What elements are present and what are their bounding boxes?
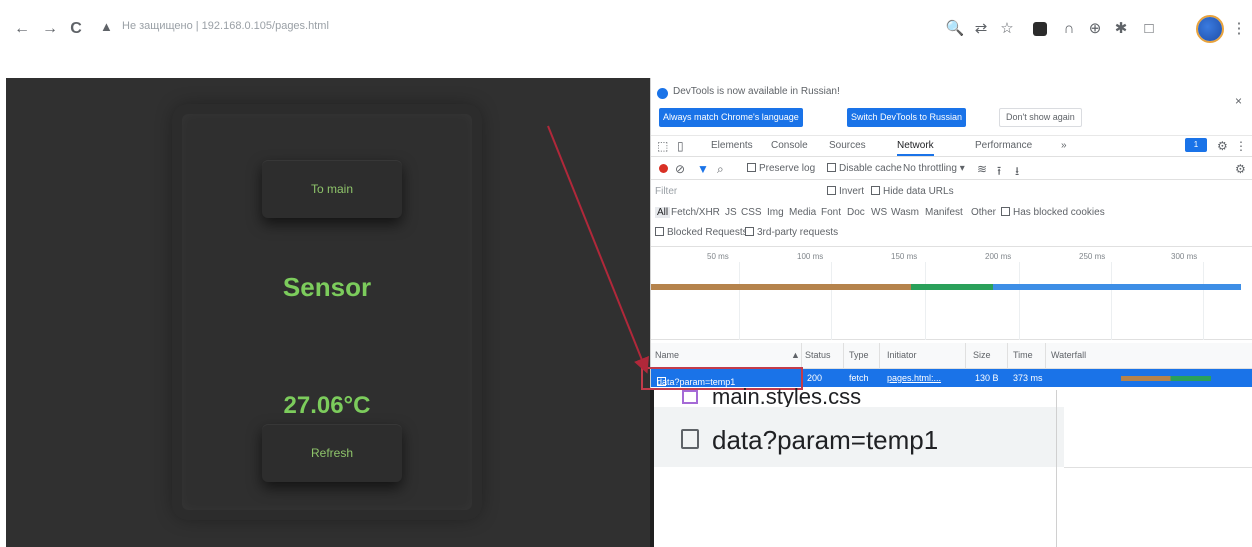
- column-initiator[interactable]: Initiator: [887, 350, 917, 360]
- has-blocked-cookies-checkbox[interactable]: Has blocked cookies: [1001, 207, 1105, 218]
- request-waterfall-bar: [1121, 376, 1211, 381]
- extension-globe-icon[interactable]: ⊕: [1084, 18, 1106, 40]
- not-secure-warning-icon[interactable]: ▲: [100, 19, 113, 34]
- devtools-more-icon[interactable]: ⋮: [1235, 139, 1247, 153]
- side-panel-icon[interactable]: □: [1138, 18, 1160, 40]
- invert-checkbox[interactable]: Invert: [827, 186, 864, 197]
- filter-img[interactable]: Img: [767, 207, 784, 218]
- network-filter-bar: Filter Invert Hide data URLs All Fetch/X…: [651, 181, 1252, 247]
- filter-css[interactable]: CSS: [741, 207, 762, 218]
- devtools-language-notice: DevTools is now available in Russian!: [673, 86, 840, 97]
- filter-other[interactable]: Other: [971, 207, 996, 218]
- timeline-load-bar: [993, 284, 1241, 290]
- sensor-title: Sensor: [282, 272, 372, 302]
- timeline-tick: 200 ms: [985, 252, 1012, 261]
- devtools-panel: DevTools is now available in Russian! × …: [641, 78, 1252, 390]
- network-settings-icon[interactable]: ⚙: [1235, 162, 1246, 176]
- close-notice-icon[interactable]: ×: [1235, 94, 1242, 108]
- zoomed-inset: main.styles.css data?param=temp1: [650, 384, 1252, 547]
- timeline-tick: 100 ms: [797, 252, 824, 261]
- filter-manifest[interactable]: Manifest: [925, 207, 963, 218]
- disable-cache-checkbox[interactable]: Disable cache: [827, 163, 902, 174]
- file-icon: [681, 429, 699, 449]
- filter-fetch-xhr[interactable]: Fetch/XHR: [671, 207, 720, 218]
- bookmark-star-icon[interactable]: ☆: [996, 18, 1018, 40]
- settings-gear-icon[interactable]: ⚙: [1217, 139, 1228, 153]
- search-icon[interactable]: ⌕: [717, 162, 724, 177]
- network-overview-timeline[interactable]: 50 ms 100 ms 150 ms 200 ms 250 ms 300 ms: [651, 248, 1252, 340]
- tab-console[interactable]: Console: [771, 140, 808, 151]
- tab-network[interactable]: Network: [897, 140, 934, 156]
- sensor-value: 27.06°C: [283, 392, 371, 419]
- annotation-arrow: [547, 125, 649, 374]
- tab-sources[interactable]: Sources: [829, 140, 866, 151]
- devtools-tabs: ⬚ ▯ Elements Console Sources Network Per…: [651, 135, 1252, 157]
- zoom-request-row: data?param=temp1: [654, 407, 1064, 467]
- match-language-button[interactable]: Always match Chrome's language: [659, 108, 803, 127]
- request-size: 130 B: [975, 373, 999, 383]
- import-har-icon[interactable]: ⭱: [997, 162, 1001, 183]
- dont-show-again-button[interactable]: Don't show again: [999, 108, 1082, 127]
- browser-toolbar: ← → C ▲ Не защищено | 192.168.0.105/page…: [0, 0, 1252, 60]
- filter-input[interactable]: Filter: [655, 186, 815, 197]
- throttling-select[interactable]: No throttling ▾: [903, 163, 965, 174]
- share-icon[interactable]: ⇄: [970, 18, 992, 40]
- timeline-tick: 250 ms: [1079, 252, 1106, 261]
- issues-badge[interactable]: 1: [1185, 138, 1207, 152]
- tab-performance[interactable]: Performance: [975, 140, 1032, 151]
- filter-js[interactable]: JS: [725, 207, 737, 218]
- filter-media[interactable]: Media: [789, 207, 816, 218]
- filter-ws[interactable]: WS: [871, 207, 887, 218]
- screenshot-root: ← → C ▲ Не защищено | 192.168.0.105/page…: [0, 0, 1252, 547]
- timeline-download-bar: [911, 284, 993, 290]
- to-main-button[interactable]: To main: [262, 160, 402, 218]
- column-type[interactable]: Type: [849, 350, 869, 360]
- hide-data-urls-checkbox[interactable]: Hide data URLs: [871, 186, 954, 197]
- extension-dark-icon[interactable]: [1033, 22, 1047, 36]
- filter-wasm[interactable]: Wasm: [891, 207, 919, 218]
- tab-more[interactable]: »: [1061, 140, 1067, 151]
- clear-icon[interactable]: ⊘: [675, 162, 685, 176]
- request-initiator-link[interactable]: pages.html:...: [887, 373, 941, 383]
- timeline-waiting-bar: [651, 284, 911, 290]
- request-type: fetch: [849, 373, 869, 383]
- refresh-button[interactable]: Refresh: [262, 424, 402, 482]
- forward-icon[interactable]: →: [40, 18, 60, 40]
- filter-doc[interactable]: Doc: [847, 207, 865, 218]
- sensor-panel: To main Sensor 27.06°C Refresh: [182, 114, 472, 510]
- extension-arch-icon[interactable]: ∩: [1058, 18, 1080, 40]
- timeline-tick: 300 ms: [1171, 252, 1198, 261]
- device-toolbar-icon[interactable]: ▯: [677, 139, 684, 153]
- filter-font[interactable]: Font: [821, 207, 841, 218]
- switch-to-russian-button[interactable]: Switch DevTools to Russian: [847, 108, 967, 127]
- back-icon[interactable]: ←: [12, 18, 32, 40]
- request-status: 200: [807, 373, 823, 383]
- requests-table-header: Name ▲ Status Type Initiator Size Time W…: [651, 343, 1252, 369]
- tab-elements[interactable]: Elements: [711, 140, 753, 151]
- timeline-tick: 50 ms: [707, 252, 729, 261]
- request-time: 373 ms: [1013, 373, 1043, 383]
- zoom-request-name: data?param=temp1: [712, 425, 939, 455]
- info-icon: [657, 88, 668, 99]
- zoom-icon[interactable]: 🔍: [944, 18, 966, 40]
- export-har-icon[interactable]: ⭳: [1015, 162, 1019, 183]
- network-controls: ⊘ ▼ ⌕ Preserve log Disable cache No thro…: [651, 158, 1252, 180]
- profile-avatar[interactable]: [1198, 17, 1222, 41]
- preserve-log-checkbox[interactable]: Preserve log: [747, 163, 815, 174]
- column-time[interactable]: Time: [1013, 350, 1033, 360]
- column-size[interactable]: Size: [973, 350, 991, 360]
- timeline-tick: 150 ms: [891, 252, 918, 261]
- reload-icon[interactable]: C: [66, 18, 86, 40]
- column-status[interactable]: Status: [805, 350, 831, 360]
- address-bar[interactable]: Не защищено | 192.168.0.105/pages.html: [122, 20, 329, 32]
- column-waterfall[interactable]: Waterfall: [1051, 350, 1086, 360]
- network-conditions-icon[interactable]: ≋: [977, 162, 987, 176]
- filter-icon[interactable]: ▼: [697, 162, 709, 176]
- browser-menu-icon[interactable]: ⋮: [1228, 18, 1250, 40]
- third-party-requests-checkbox[interactable]: 3rd-party requests: [745, 227, 838, 238]
- extensions-puzzle-icon[interactable]: ✱: [1110, 18, 1132, 40]
